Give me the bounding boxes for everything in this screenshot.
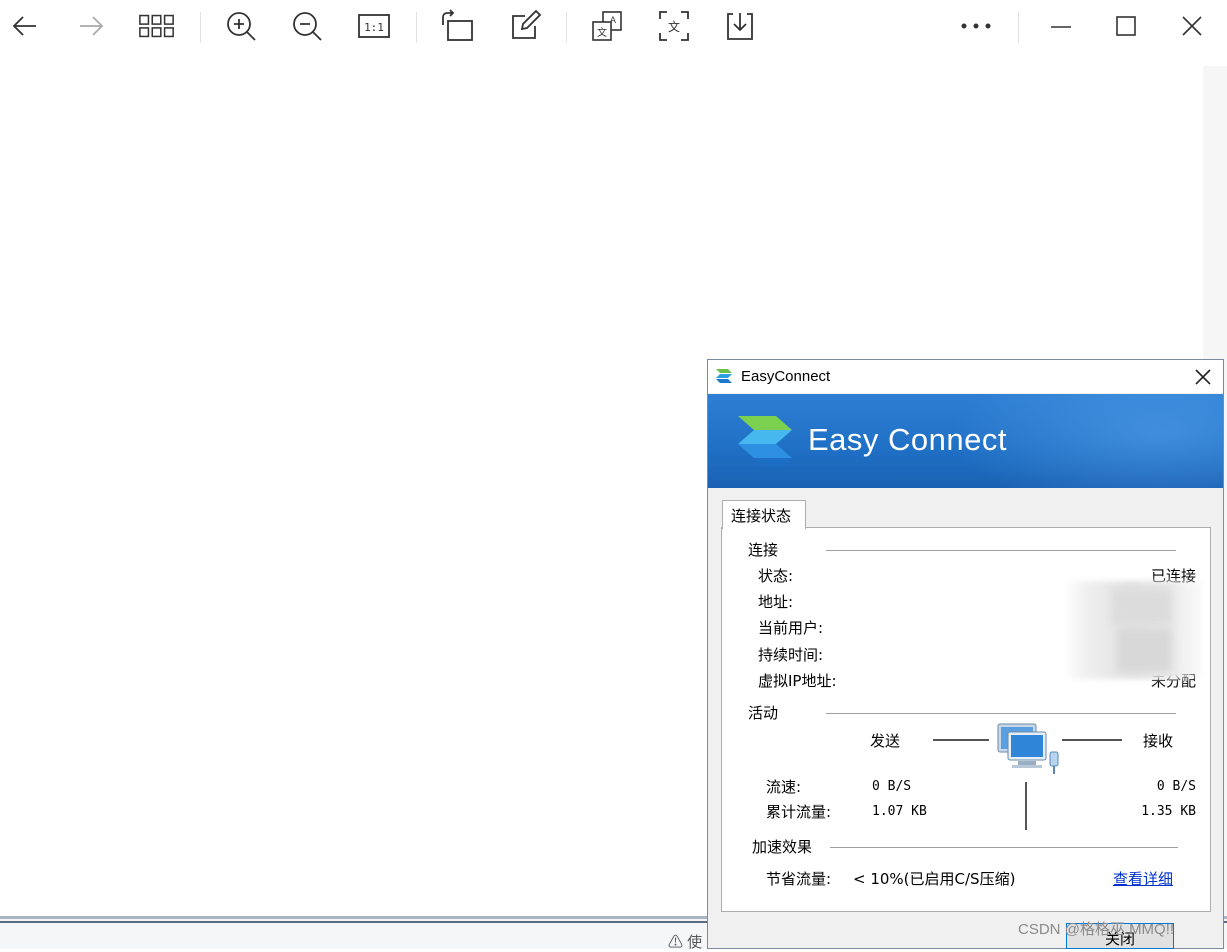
svg-text:文: 文 <box>668 19 680 34</box>
status-label: 状态: <box>758 567 794 585</box>
svg-text:A: A <box>610 16 617 26</box>
easyconnect-dialog: EasyConnect Easy Connect 连接状态 连接 状态: 已连接… <box>707 359 1224 949</box>
download-icon[interactable] <box>721 7 759 45</box>
virtual-ip-label: 虚拟IP地址: <box>758 672 837 690</box>
total-traffic-label: 累计流量: <box>766 803 832 821</box>
text-extract-icon[interactable]: 文 <box>655 7 693 45</box>
connection-heading: 连接 <box>748 541 779 559</box>
receive-label: 接收 <box>1143 732 1174 750</box>
brand-banner: Easy Connect <box>708 394 1223 488</box>
tab-label: 连接状态 <box>731 507 792 525</box>
svg-text:文: 文 <box>597 26 607 39</box>
maximize-icon[interactable] <box>1107 7 1145 45</box>
saving-label: 节省流量: <box>766 870 832 888</box>
send-speed-value: 0 B/S <box>872 779 912 794</box>
back-arrow-icon[interactable] <box>6 7 44 45</box>
csdn-watermark: CSDN @格格巫 MMQ!! <box>1018 921 1175 938</box>
status-panel: 连接 状态: 已连接 地址: 当前用户: 持续时间: 虚拟IP地址: 未分配 活… <box>721 527 1211 912</box>
edit-icon[interactable] <box>506 7 544 45</box>
dialog-title: EasyConnect <box>741 368 831 385</box>
sent-total-value: 1.07 KB <box>872 804 927 819</box>
acceleration-heading: 加速效果 <box>752 838 813 856</box>
rotate-icon[interactable] <box>438 7 476 45</box>
zoom-in-icon[interactable] <box>222 7 260 45</box>
current-user-label: 当前用户: <box>758 619 824 637</box>
saving-value: < 10%(已启用C/S压缩) <box>853 870 1016 888</box>
grid-view-icon[interactable] <box>138 7 176 45</box>
dialog-titlebar: EasyConnect <box>708 360 1223 393</box>
svg-text:1:1: 1:1 <box>364 21 384 34</box>
dialog-close-icon[interactable] <box>1192 366 1214 388</box>
network-computers-icon <box>997 723 1059 774</box>
minimize-icon[interactable] <box>1042 7 1080 45</box>
speed-label: 流速: <box>766 778 802 796</box>
app-logo-icon <box>716 369 732 383</box>
easyconnect-logo-icon <box>738 416 792 466</box>
address-label: 地址: <box>758 593 794 611</box>
activity-heading: 活动 <box>748 704 779 722</box>
banner-brand-text: Easy Connect <box>808 422 1007 457</box>
close-icon[interactable] <box>1173 7 1211 45</box>
translate-icon[interactable]: 文A <box>588 7 626 45</box>
forward-arrow-icon[interactable] <box>72 7 110 45</box>
more-icon[interactable] <box>957 7 995 45</box>
actual-size-icon[interactable]: 1:1 <box>355 7 393 45</box>
view-details-link[interactable]: 查看详细 <box>1113 868 1173 889</box>
send-label: 发送 <box>870 732 901 750</box>
duration-label: 持续时间: <box>758 646 824 664</box>
zoom-out-icon[interactable] <box>288 7 326 45</box>
viewer-toolbar: 1:1 文A 文 <box>0 0 1227 56</box>
tab-connection-status[interactable]: 连接状态 <box>722 500 806 529</box>
receive-speed-value: 0 B/S <box>1156 779 1196 794</box>
received-total-value: 1.35 KB <box>1141 804 1196 819</box>
